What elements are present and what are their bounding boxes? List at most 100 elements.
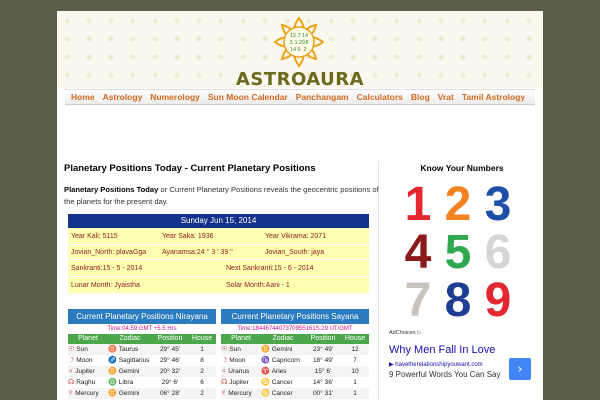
planet-symbol-icon: ♃	[68, 368, 74, 375]
date-bar: Sunday Jun 15, 2014	[68, 214, 369, 228]
ad-title[interactable]: Why Men Fall In Love	[389, 344, 499, 357]
year-vikrama: Year Vikrama: 2071	[265, 233, 327, 240]
number-8[interactable]: 8	[438, 277, 478, 325]
planet-cell-text: Raghu	[76, 379, 96, 386]
house-cell: 6	[188, 377, 216, 388]
planet-cell: ☽ Moon	[68, 355, 108, 366]
sidebar: Know Your Numbers 123456789 AdChoices ▷ …	[387, 163, 537, 380]
planet-cell-text: Moon	[229, 357, 246, 364]
position-cell-text: 18° 49'	[312, 357, 334, 364]
planet-cell-text: Jupiter	[75, 368, 95, 375]
jovian-south: Jovian_South: jaya	[265, 249, 325, 256]
house-cell: 10	[341, 366, 369, 377]
zodiac-cell: ♋ Cancer	[261, 388, 305, 399]
house-cell: 7	[341, 355, 369, 366]
zodiac-cell: ♈Aries	[261, 366, 305, 377]
lunar-month: Lunar Month: Jyaistha	[71, 282, 140, 289]
planet-cell: ♃ Uranus	[221, 366, 261, 377]
nav-item-panchangam[interactable]: Panchangam	[296, 92, 349, 102]
number-1[interactable]: 1	[398, 181, 438, 229]
number-4[interactable]: 4	[398, 229, 438, 277]
sayana-time: Time:1844674407370955161S:29 UT/GMT	[237, 326, 353, 332]
logo-number: 3	[289, 40, 292, 46]
position-cell: 23° 49'	[305, 344, 341, 355]
nav-item-astrology[interactable]: Astrology	[103, 92, 143, 102]
zodiac-cell-text: Taurus	[118, 346, 139, 353]
panchang-row: Lunar Month: Jyaistha Solar Month:Aani -…	[68, 277, 369, 294]
table-row: ☽ Moon ♐ Sagittarius 29° 46' 8	[68, 355, 216, 366]
numbers-grid[interactable]: 123456789	[398, 181, 537, 325]
zodiac-cell: ♐ Sagittarius	[108, 355, 152, 366]
nav-item-sun-moon-calendar[interactable]: Sun Moon Calendar	[208, 92, 288, 102]
col-position: Position	[310, 335, 336, 342]
adchoices-label[interactable]: AdChoices ▷	[389, 330, 537, 336]
logo-number: 8	[305, 40, 308, 46]
nav-item-blog[interactable]: Blog	[411, 92, 430, 102]
nav-item-calculators[interactable]: Calculators	[357, 92, 403, 102]
number-6[interactable]: 6	[478, 229, 518, 277]
zodiac-cell-text: Gemini	[271, 346, 293, 353]
nav-item-tamil-astrology[interactable]: Tamil Astrology	[462, 92, 525, 102]
planet-symbol-icon: ☿	[221, 390, 227, 397]
position-cell-text: 06° 28'	[159, 390, 181, 397]
number-9[interactable]: 9	[478, 277, 518, 325]
table-row: ☉ Sun ♉ Taurus 29° 45' 1	[68, 344, 216, 355]
planet-cell: ☉ Sun	[221, 344, 261, 355]
house-cell-text: 6	[200, 379, 204, 386]
number-2[interactable]: 2	[438, 181, 478, 229]
planet-symbol-icon: ☉	[68, 346, 75, 353]
house-cell: 1	[188, 344, 216, 355]
next-sankranti: Next Sankranti:15 - 6 - 2014	[226, 265, 314, 272]
planet-tables: Current Planetary Positions Nirayana Tim…	[68, 309, 369, 400]
planet-cell: ☿ Mercury	[68, 388, 108, 399]
logo-flower-icon[interactable]: 12 7 14 3 1 29 8 14 6 2	[271, 14, 327, 70]
position-cell-text: 00° 31'	[312, 390, 334, 397]
intro-text: Planetary Positions Today or Current Pla…	[64, 184, 380, 208]
table-row: ☊ Raghu ♎ Libra 29° 6' 6	[68, 377, 216, 388]
panchang-table: Sunday Jun 15, 2014 Year Kali: 5115 Year…	[68, 214, 369, 294]
zodiac-symbol-icon: ♊	[108, 390, 117, 397]
position-cell-text: 23° 49'	[312, 346, 334, 353]
house-cell: 12	[341, 344, 369, 355]
zodiac-cell: ♑ Capricorn	[261, 355, 305, 366]
nav-item-vrat[interactable]: Vrat	[438, 92, 454, 102]
site-logo-text[interactable]: ASTROAURA	[57, 69, 543, 90]
house-cell-text: 12	[351, 346, 359, 353]
logo-number: 12	[290, 33, 296, 39]
zodiac-cell-text: Cancer	[271, 390, 293, 397]
nirayana-rows: ☉ Sun ♉ Taurus 29° 45' 1 ☽ Moon ♐ Sagittarius 29° …	[68, 344, 216, 400]
position-cell: 06° 28'	[152, 388, 188, 399]
position-cell-text: 15° 6'	[314, 368, 332, 375]
number-3[interactable]: 3	[478, 181, 518, 229]
table-row: ☊ Jupiter ♋ Cancer 14° 36' 1	[221, 377, 369, 388]
planet-symbol-icon: ☊	[221, 379, 228, 386]
number-7[interactable]: 7	[398, 277, 438, 325]
position-cell-text: 14° 36'	[312, 379, 334, 386]
table-row: ☽ Moon ♑ Capricorn 18° 49' 7	[221, 355, 369, 366]
planet-symbol-icon: ☽	[68, 357, 75, 364]
planet-cell-text: Mercury	[228, 390, 252, 397]
number-5[interactable]: 5	[438, 229, 478, 277]
table-row: ♃ Jupiter ♊ Gemini 20° 32' 2	[68, 366, 216, 377]
position-cell: 29° 45'	[152, 344, 188, 355]
house-cell-text: 1	[353, 390, 357, 397]
nav-item-numerology[interactable]: Numerology	[150, 92, 200, 102]
solar-month: Solar Month:Aani - 1	[226, 282, 290, 289]
nirayana-table: Current Planetary Positions Nirayana Tim…	[68, 309, 216, 400]
ad-arrow-icon[interactable]: ›	[509, 358, 531, 380]
sayana-rows: ☉ Sun ♊ Gemini 23° 49' 12 ☽ Moon ♑ Capricorn 18° 4…	[221, 344, 369, 400]
col-house: House	[344, 335, 366, 342]
house-cell-text: 2	[200, 368, 204, 375]
ad-link-text[interactable]: havetherelationshipyouwant.com	[395, 362, 482, 368]
planet-symbol-icon: ☿	[68, 390, 74, 397]
zodiac-cell-text: Libra	[118, 379, 134, 386]
planet-cell-text: Moon	[76, 357, 93, 364]
col-house: House	[191, 335, 213, 342]
zodiac-symbol-icon: ♋	[261, 379, 270, 386]
table-header: Planet Zodiac Position House	[68, 334, 216, 344]
house-cell-text: 8	[200, 357, 204, 364]
nav-item-home[interactable]: Home	[71, 92, 95, 102]
year-kali: Year Kali: 5115	[71, 233, 118, 240]
planet-symbol-icon: ☉	[221, 346, 228, 353]
house-cell-text: 7	[353, 357, 357, 364]
